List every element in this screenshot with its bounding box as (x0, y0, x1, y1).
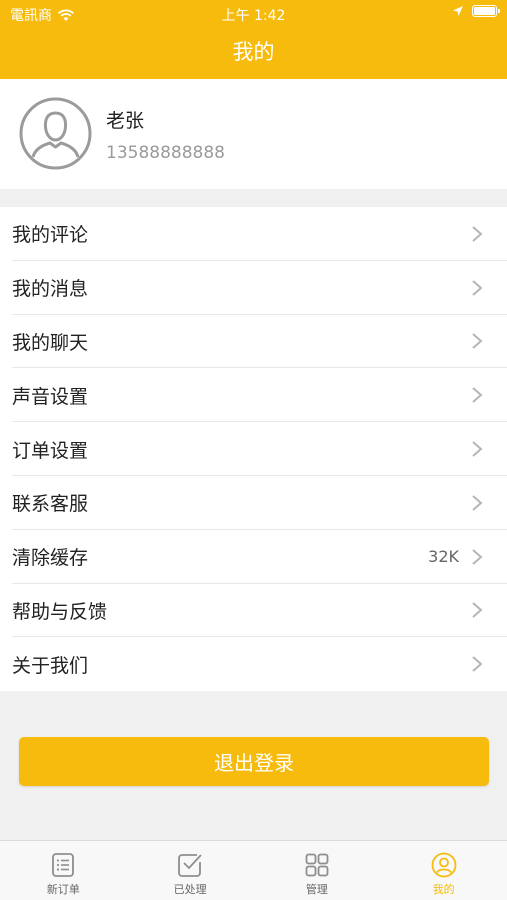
menu-item-label: 声音设置 (12, 385, 89, 408)
profile-card[interactable]: 老张 13588888888 (0, 79, 507, 189)
tab-processed[interactable]: 已处理 (127, 841, 254, 900)
menu-item-label: 我的评论 (12, 224, 89, 247)
settings-menu: 我的评论 我的消息 我的聊天 声音设置 订单设置 联系客服 清除缓存 32K 帮… (0, 207, 507, 692)
chevron-right-icon (472, 279, 483, 296)
chevron-right-icon (472, 548, 483, 565)
menu-item-label: 清除缓存 (12, 547, 89, 570)
list-icon (52, 853, 75, 877)
chevron-right-icon (472, 656, 483, 673)
menu-item-sound-settings[interactable]: 声音设置 (0, 368, 507, 422)
page-title: 我的 (232, 40, 275, 64)
menu-item-customer-service[interactable]: 联系客服 (0, 476, 507, 530)
bottom-tab-bar: 新订单 已处理 管理 我的 (0, 840, 507, 900)
menu-item-label: 帮助与反馈 (12, 600, 108, 623)
chevron-right-icon (472, 226, 483, 242)
menu-item-comments[interactable]: 我的评论 (0, 207, 507, 261)
menu-item-chat[interactable]: 我的聊天 (0, 315, 507, 369)
menu-item-label: 联系客服 (12, 493, 89, 516)
menu-item-order-settings[interactable]: 订单设置 (0, 422, 507, 476)
logout-button[interactable]: 退出登录 (19, 737, 489, 786)
chevron-right-icon (472, 602, 483, 619)
user-icon (431, 852, 457, 878)
chevron-right-icon (472, 441, 483, 457)
cache-size-value: 32K (428, 547, 459, 567)
tab-label: 已处理 (173, 883, 207, 896)
menu-item-label: 关于我们 (12, 654, 89, 677)
profile-name: 老张 (106, 110, 145, 132)
menu-item-clear-cache[interactable]: 清除缓存 32K (0, 530, 507, 584)
status-bar: 電訊商 上午 1:42 (0, 0, 507, 28)
chevron-right-icon (472, 387, 483, 404)
location-arrow-icon (453, 6, 463, 16)
menu-item-label: 我的聊天 (12, 331, 89, 354)
menu-item-label: 我的消息 (12, 278, 89, 301)
menu-item-messages[interactable]: 我的消息 (0, 261, 507, 315)
app-header: 電訊商 上午 1:42 我的 (0, 0, 507, 79)
menu-item-help-feedback[interactable]: 帮助与反馈 (0, 584, 507, 638)
menu-item-label: 订单设置 (12, 439, 89, 462)
processed-icon (178, 854, 202, 877)
status-time: 上午 1:42 (221, 8, 286, 24)
avatar-icon[interactable] (19, 97, 92, 170)
tab-manage[interactable]: 管理 (254, 841, 381, 900)
battery-icon (472, 5, 500, 17)
tab-label: 新订单 (46, 883, 80, 896)
status-right (452, 5, 500, 17)
tab-label: 管理 (305, 883, 328, 896)
chevron-right-icon (472, 333, 483, 350)
profile-phone: 13588888888 (106, 143, 225, 163)
menu-item-about-us[interactable]: 关于我们 (0, 637, 507, 691)
tab-label: 我的 (432, 883, 455, 896)
chevron-right-icon (472, 495, 483, 511)
grid-icon (305, 853, 329, 877)
tab-new-orders[interactable]: 新订单 (0, 841, 127, 900)
tab-mine[interactable]: 我的 (380, 841, 507, 900)
